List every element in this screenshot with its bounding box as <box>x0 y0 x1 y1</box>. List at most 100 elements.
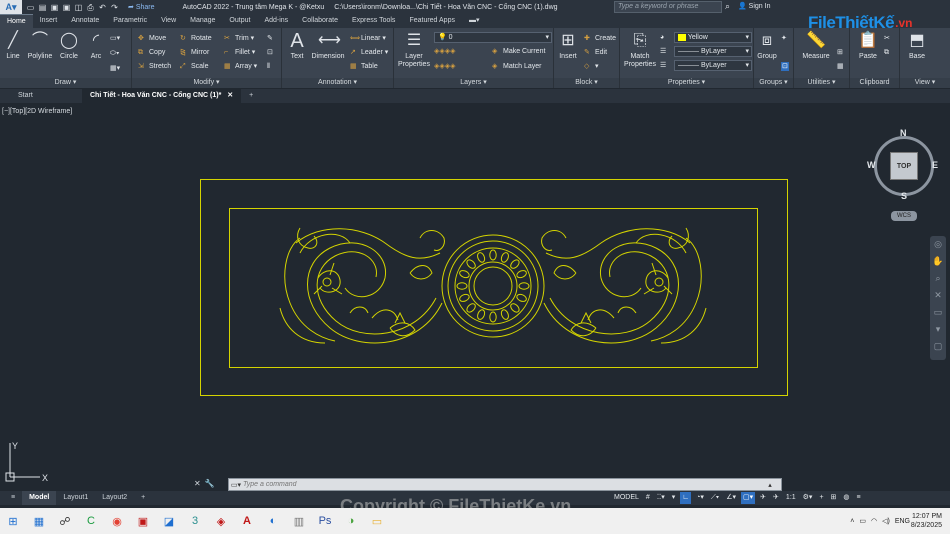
zoom-icon[interactable]: ⌕ <box>930 270 946 287</box>
measure-button[interactable]: 📏 Measure <box>798 31 834 61</box>
offset-icon[interactable]: ⫴ <box>267 62 270 71</box>
match-layer-button[interactable]: ◈ Match Layer <box>492 62 542 71</box>
calculator-app-icon[interactable]: ▦ <box>26 508 52 534</box>
drawing-tab[interactable]: Chi Tiết - Hoa Văn CNC - Cổng CNC (1)* ✕ <box>82 89 242 103</box>
close-tab-icon[interactable]: ✕ <box>227 92 233 99</box>
view-panel-title[interactable]: View ▾ <box>900 78 950 88</box>
match-properties-button[interactable]: ⎘ Match Properties <box>622 31 658 69</box>
paste-button[interactable]: 📋 Paste <box>856 31 880 61</box>
tab-layout2[interactable]: Layout2 <box>95 491 134 505</box>
array-button[interactable]: ▦ Array ▾ <box>224 62 257 71</box>
new-icon[interactable]: ▭ <box>26 3 35 12</box>
orbit-icon[interactable]: ✕ <box>930 287 946 304</box>
block-panel-title[interactable]: Block ▾ <box>554 78 619 88</box>
polyline-button[interactable]: ⌒ Polyline <box>26 31 54 61</box>
edge-icon[interactable]: ◐ <box>260 508 286 534</box>
navbar-settings-icon[interactable]: ▾ <box>930 321 946 338</box>
menu-icon[interactable]: ≡ <box>4 491 22 505</box>
group-selection-icon[interactable]: ⊡ <box>781 62 789 71</box>
make-current-button[interactable]: ◈ Make Current <box>492 47 545 56</box>
annotation-panel-title[interactable]: Annotation ▾ <box>282 78 393 88</box>
customize-icon[interactable]: ≡ <box>855 492 863 504</box>
model-space-button[interactable]: MODEL <box>612 492 641 504</box>
arc-button[interactable]: ◜ Arc <box>85 31 107 61</box>
tab-output[interactable]: Output <box>222 14 257 28</box>
customize-command-icon[interactable]: 🔧 <box>205 479 215 488</box>
chevron-up-icon[interactable]: ˄ <box>850 518 854 525</box>
compass-west[interactable]: W <box>867 160 876 170</box>
infer-icon[interactable]: ▾ <box>670 492 678 504</box>
tab-add-ins[interactable]: Add-ins <box>257 14 295 28</box>
plus-icon[interactable]: + <box>817 492 825 504</box>
recent-commands-icon[interactable]: ▭▾ <box>229 481 243 489</box>
close-command-icon[interactable]: ✕ <box>194 479 201 488</box>
ellipse-icon[interactable]: ⬭▾ <box>110 49 119 58</box>
clipboard-panel-title[interactable]: Clipboard <box>850 78 899 88</box>
polar-icon[interactable]: ◔▾ <box>694 492 706 504</box>
group-button[interactable]: ⧈ Group <box>756 31 778 61</box>
layer-tools-row1[interactable]: ◈◈◈◈ <box>434 47 456 56</box>
leader-button[interactable]: ↗ Leader ▾ <box>350 48 388 57</box>
rotate-button[interactable]: ↻ Rotate <box>180 34 212 43</box>
copy-button[interactable]: ⧉ Copy <box>138 48 165 57</box>
command-input[interactable] <box>243 481 763 488</box>
app-icon-5[interactable]: ▣ <box>130 508 156 534</box>
trim-button[interactable]: ✂ Trim ▾ <box>224 34 254 43</box>
open-icon[interactable]: ▤ <box>38 3 47 12</box>
compass-north[interactable]: N <box>900 128 907 138</box>
ungroup-icon[interactable]: ✦ <box>781 34 787 43</box>
rectangle-icon[interactable]: ▭▾ <box>110 34 120 43</box>
color-dropdown[interactable]: Yellow ▾ <box>674 32 752 43</box>
insert-button[interactable]: ⊞ Insert <box>556 31 580 61</box>
lineweight-dropdown[interactable]: ——— ByLayer ▾ <box>674 60 752 71</box>
snap-icon[interactable]: ⁚⁚▾ <box>655 492 667 504</box>
lineweight-icon[interactable]: ☰ <box>660 47 666 56</box>
modify-panel-title[interactable]: Modify ▾ <box>132 78 281 88</box>
save-as-icon[interactable]: ▣ <box>62 3 71 12</box>
search-input[interactable]: Type a keyword or phrase <box>614 1 722 13</box>
app-icon-11[interactable]: ▥ <box>286 508 312 534</box>
network-icon[interactable]: ▭ <box>859 517 866 525</box>
linetype-dropdown[interactable]: ——— ByLayer ▾ <box>674 46 752 57</box>
pan-icon[interactable]: ✋ <box>930 253 946 270</box>
cut-icon[interactable]: ✂ <box>884 34 890 43</box>
object-snap-icon[interactable]: ▢▾ <box>741 492 756 504</box>
layers-panel-title[interactable]: Layers ▾ <box>394 78 553 88</box>
new-tab-button[interactable]: + <box>241 89 261 103</box>
windows-start-icon[interactable]: ⊞ <box>0 508 26 534</box>
create-block-button[interactable]: ✚ Create <box>584 34 616 43</box>
start-tab[interactable]: Start <box>10 89 82 103</box>
scale-button[interactable]: ⤢ Scale <box>180 62 209 71</box>
tab-annotate[interactable]: Annotate <box>64 14 106 28</box>
tab-collaborate[interactable]: Collaborate <box>295 14 345 28</box>
tab-home[interactable]: Home <box>0 14 33 28</box>
web-icon[interactable]: ◫ <box>74 3 83 12</box>
properties-panel-title[interactable]: Properties ▾ <box>620 78 753 88</box>
3dsmax-icon[interactable]: 3 <box>182 508 208 534</box>
command-expand-icon[interactable]: ▴ <box>763 481 777 489</box>
annotation-scale-icon[interactable]: ✈ <box>758 492 768 504</box>
layer-properties-button[interactable]: ☰ Layer Properties <box>396 31 432 69</box>
isodraft-icon[interactable]: ⟋▾ <box>709 492 721 504</box>
annotation-visibility-icon[interactable]: ✈ <box>771 492 781 504</box>
utilities-panel-title[interactable]: Utilities ▾ <box>794 78 849 88</box>
chrome-icon[interactable]: ◉ <box>104 508 130 534</box>
tab-model[interactable]: Model <box>22 491 57 505</box>
drawing-viewport[interactable]: [−][Top][2D Wireframe] TOP N S E W WCS ◎… <box>0 103 950 490</box>
steering-wheel-icon[interactable]: ◎ <box>930 236 946 253</box>
undo-icon[interactable]: ↶ <box>98 3 107 12</box>
units-icon[interactable]: ⊞ <box>829 492 839 504</box>
app-menu-button[interactable]: A▾ <box>0 0 22 14</box>
corel-app-icon[interactable]: C <box>78 508 104 534</box>
tab-express-tools[interactable]: Express Tools <box>345 14 402 28</box>
groups-panel-title[interactable]: Groups ▾ <box>754 78 793 88</box>
erase-icon[interactable]: ✎ <box>267 34 273 43</box>
sign-in-button[interactable]: 👤 Sign In <box>738 2 770 10</box>
dimension-button[interactable]: ⟷ Dimension <box>310 31 346 61</box>
block-attribute-button[interactable]: ◇ ▾ <box>584 62 599 71</box>
save-icon[interactable]: ▣ <box>50 3 59 12</box>
linear-button[interactable]: ⟺Linear ▾ <box>350 34 386 43</box>
navbar-close-icon[interactable]: ▢ <box>930 338 946 355</box>
search-icon[interactable]: ⌕ <box>725 1 730 12</box>
move-button[interactable]: ✥ Move <box>138 34 166 43</box>
